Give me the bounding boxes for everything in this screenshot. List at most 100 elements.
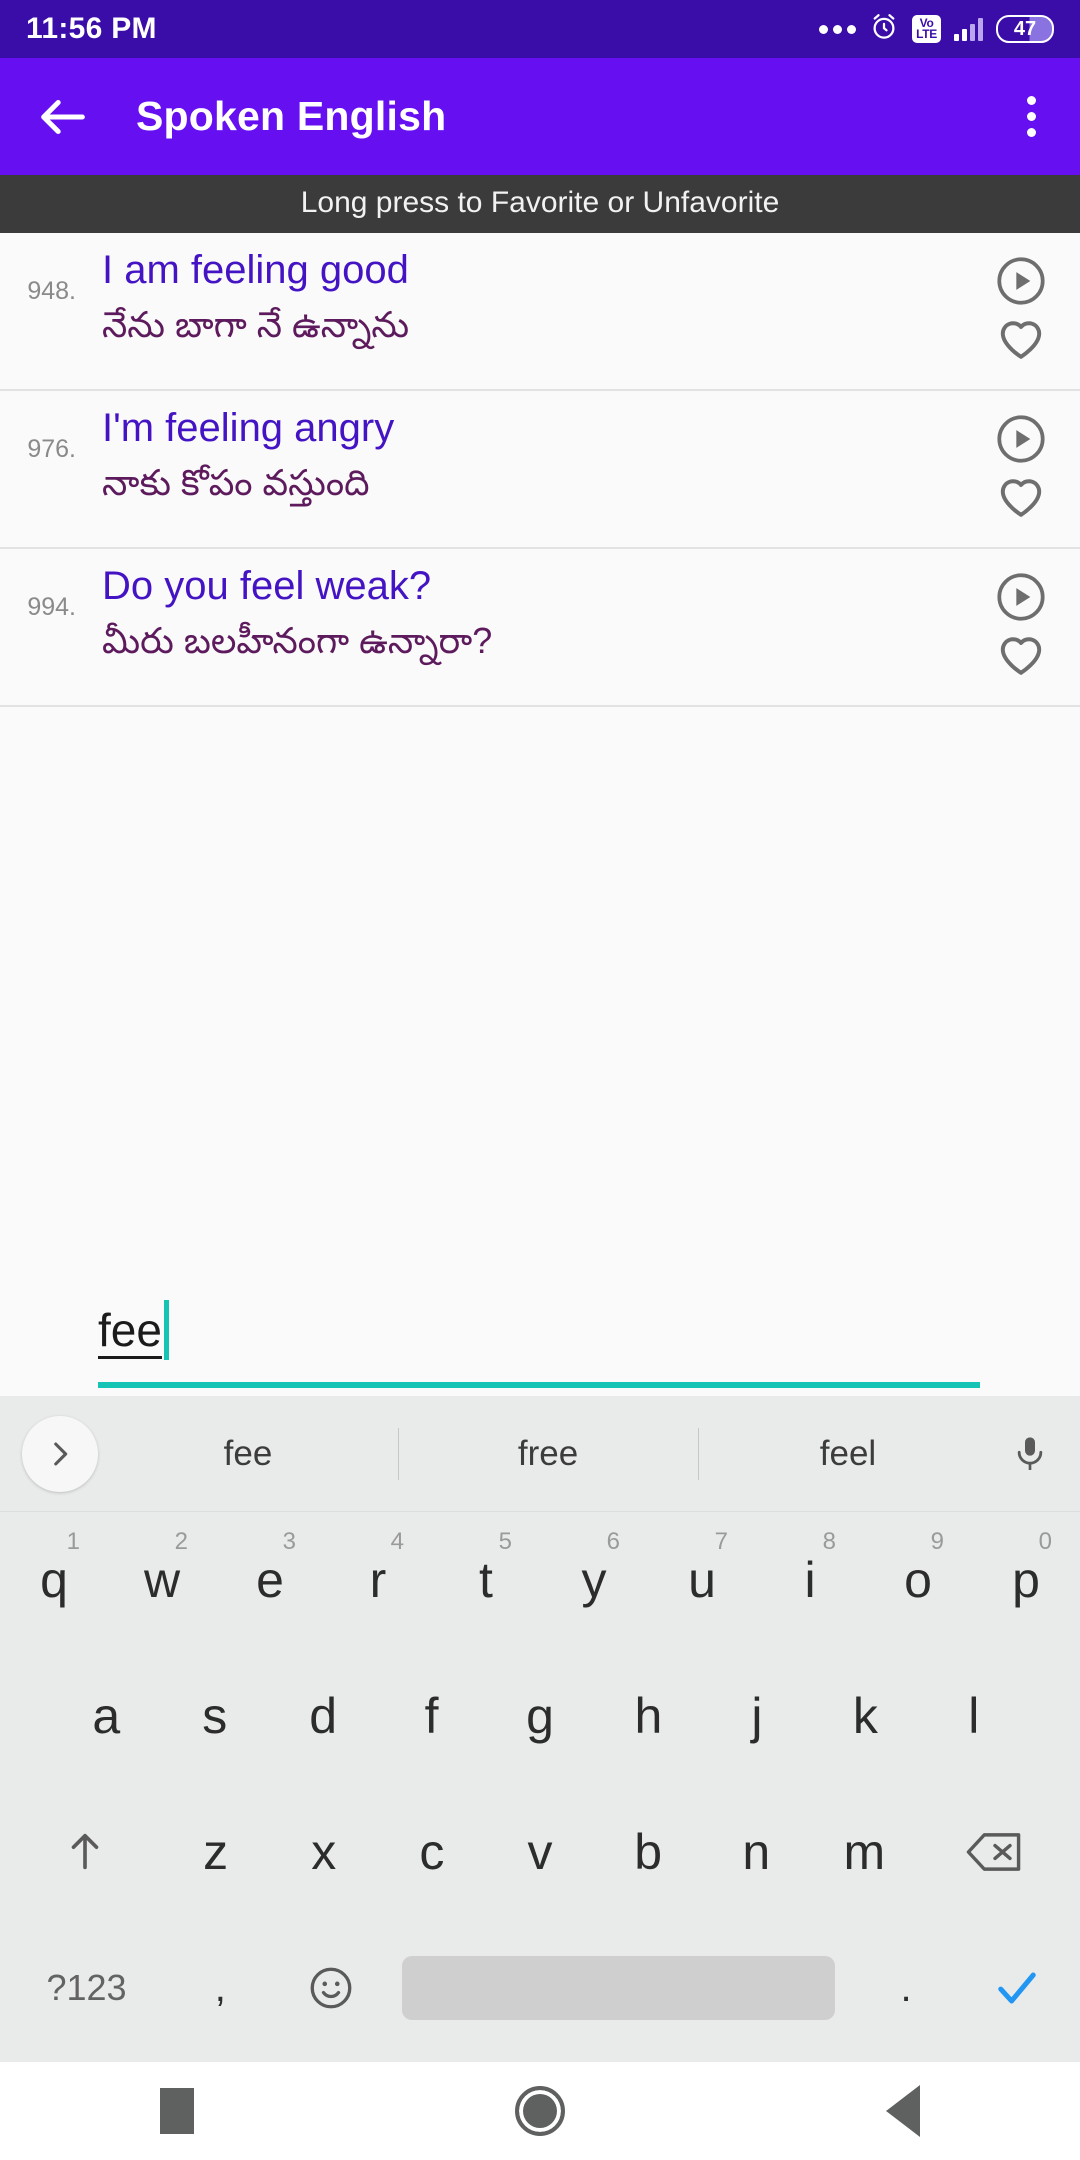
key-w[interactable]: 2w — [108, 1512, 216, 1648]
key-h[interactable]: h — [594, 1648, 702, 1784]
period-key[interactable]: . — [851, 1920, 962, 2056]
keyboard-row-2: a s d f g h j k l — [0, 1648, 1080, 1784]
key-p[interactable]: 0p — [972, 1512, 1080, 1648]
key-k[interactable]: k — [811, 1648, 919, 1784]
table-row[interactable]: 994. Do you feel weak? మీరు బలహీనంగా ఉన్… — [0, 549, 1080, 707]
home-button-icon[interactable] — [514, 2086, 565, 2136]
key-c[interactable]: c — [378, 1784, 486, 1920]
row-text-block: I'm feeling angry నాకు కోపం వస్తుంది — [84, 405, 962, 531]
suggestion-list: fee free feel — [98, 1420, 998, 1488]
key-q[interactable]: 1q — [0, 1512, 108, 1648]
key-s[interactable]: s — [160, 1648, 268, 1784]
key-label: w — [143, 1552, 181, 1608]
text-caret — [163, 1300, 169, 1360]
key-e[interactable]: 3e — [216, 1512, 324, 1648]
key-x[interactable]: x — [270, 1784, 378, 1920]
microphone-icon[interactable] — [998, 1432, 1062, 1476]
key-hint: 2 — [174, 1528, 188, 1555]
key-label: t — [479, 1552, 493, 1608]
key-f[interactable]: f — [377, 1648, 485, 1784]
key-b[interactable]: b — [594, 1784, 702, 1920]
space-key[interactable] — [386, 1920, 851, 2056]
row-index: 976. — [27, 435, 76, 463]
suggestion-bar: fee free feel — [0, 1396, 1080, 1512]
recents-button-icon[interactable] — [160, 2088, 195, 2134]
play-icon[interactable] — [993, 253, 1049, 309]
search-underline — [98, 1382, 980, 1388]
on-screen-keyboard: fee free feel 1q 2w 3e 4r 5t 6y 7u 8i 9o — [0, 1396, 1080, 2062]
key-y[interactable]: 6y — [540, 1512, 648, 1648]
key-hint: 3 — [282, 1528, 296, 1555]
row-telugu-text: మీరు బలహీనంగా ఉన్నారా? — [102, 620, 493, 662]
key-a[interactable]: a — [52, 1648, 160, 1784]
key-hint: 4 — [390, 1528, 404, 1555]
key-o[interactable]: 9o — [864, 1512, 972, 1648]
space-bar-surface — [402, 1956, 835, 2020]
keyboard-row-4: ?123 , . — [0, 1920, 1080, 2056]
table-row[interactable]: 948. I am feeling good నేను బాగా నే ఉన్న… — [0, 233, 1080, 391]
key-hint: 6 — [606, 1528, 620, 1555]
backspace-icon[interactable] — [918, 1784, 1072, 1920]
key-t[interactable]: 5t — [432, 1512, 540, 1648]
keyboard-row-3: z x c v b n m — [0, 1784, 1080, 1920]
play-icon[interactable] — [993, 569, 1049, 625]
table-row[interactable]: 976. I'm feeling angry నాకు కోపం వస్తుంద… — [0, 391, 1080, 549]
row-actions — [962, 247, 1080, 373]
key-l[interactable]: l — [920, 1648, 1028, 1784]
emoji-icon[interactable] — [276, 1920, 387, 2056]
row-telugu-text: నాకు కోపం వస్తుంది — [102, 462, 370, 504]
key-z[interactable]: z — [162, 1784, 270, 1920]
key-j[interactable]: j — [703, 1648, 811, 1784]
system-navigation-bar — [0, 2062, 1080, 2160]
chevron-right-icon[interactable] — [22, 1415, 98, 1492]
row-index: 948. — [27, 277, 76, 305]
search-area: fee — [0, 1300, 1080, 1396]
row-actions — [962, 405, 1080, 531]
row-text-block: I am feeling good నేను బాగా నే ఉన్నాను — [84, 247, 962, 373]
enter-checkmark-icon[interactable] — [961, 1920, 1072, 2056]
key-label: i — [804, 1552, 816, 1608]
key-d[interactable]: d — [269, 1648, 377, 1784]
row-english-text: I am feeling good — [102, 248, 409, 292]
suggestion-item[interactable]: fee — [98, 1420, 398, 1488]
shift-icon[interactable] — [8, 1784, 162, 1920]
play-icon[interactable] — [993, 411, 1049, 467]
favorite-heart-icon[interactable] — [993, 309, 1049, 365]
key-hint: 0 — [1038, 1528, 1052, 1555]
key-hint: 8 — [822, 1528, 836, 1555]
row-text-block: Do you feel weak? మీరు బలహీనంగా ఉన్నారా? — [84, 563, 962, 689]
search-input[interactable]: fee — [98, 1300, 980, 1396]
row-actions — [962, 563, 1080, 689]
row-english-text: Do you feel weak? — [102, 564, 432, 608]
favorite-heart-icon[interactable] — [993, 467, 1049, 523]
symbols-key[interactable]: ?123 — [8, 1920, 165, 2056]
key-i[interactable]: 8i — [756, 1512, 864, 1648]
suggestion-item[interactable]: feel — [698, 1420, 998, 1488]
key-label: o — [904, 1552, 932, 1608]
key-n[interactable]: n — [702, 1784, 810, 1920]
key-u[interactable]: 7u — [648, 1512, 756, 1648]
phrase-list: 948. I am feeling good నేను బాగా నే ఉన్న… — [0, 233, 1080, 707]
key-m[interactable]: m — [810, 1784, 918, 1920]
row-index: 994. — [27, 593, 76, 621]
status-bar: 11:56 PM Vo LTE 47 — [0, 0, 1080, 58]
key-v[interactable]: v — [486, 1784, 594, 1920]
back-arrow-icon[interactable] — [34, 88, 92, 146]
volte-icon: Vo LTE — [912, 15, 941, 43]
key-g[interactable]: g — [486, 1648, 594, 1784]
suggestion-item[interactable]: free — [398, 1420, 698, 1488]
key-label: e — [256, 1552, 284, 1608]
search-input-value: fee — [98, 1306, 162, 1360]
app-bar: Spoken English — [0, 58, 1080, 175]
back-button-icon[interactable] — [885, 2085, 920, 2137]
favorite-heart-icon[interactable] — [993, 625, 1049, 681]
alarm-icon — [869, 12, 899, 47]
comma-key[interactable]: , — [165, 1920, 276, 2056]
row-telugu-text: నేను బాగా నే ఉన్నాను — [102, 304, 410, 346]
key-label: r — [369, 1552, 387, 1608]
empty-list-area — [0, 707, 1080, 1300]
overflow-menu-icon[interactable] — [1017, 90, 1046, 143]
status-clock: 11:56 PM — [26, 12, 157, 45]
key-hint: 5 — [498, 1528, 512, 1555]
key-r[interactable]: 4r — [324, 1512, 432, 1648]
